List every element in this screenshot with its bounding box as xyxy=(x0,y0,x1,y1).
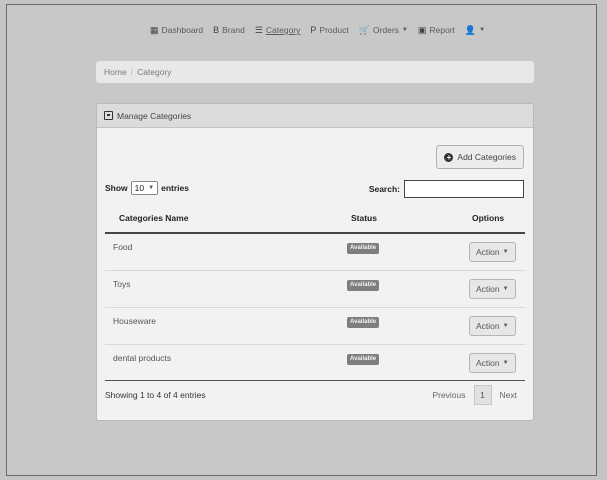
edit-icon xyxy=(104,111,113,120)
nav-item-dashboard[interactable]: ▦ Dashboard xyxy=(150,25,203,35)
nav-item-report[interactable]: ▣ Report xyxy=(418,25,455,35)
entries-label: entries xyxy=(161,183,189,193)
nav-label-orders: Orders xyxy=(372,25,399,35)
nav-item-product[interactable]: P Product xyxy=(310,25,348,35)
pagination: Previous 1 Next xyxy=(432,385,517,405)
action-dropdown-button[interactable]: Action ▼ xyxy=(469,279,516,299)
report-icon: ▣ xyxy=(417,24,427,35)
chevron-down-icon: ▼ xyxy=(502,286,509,292)
chevron-down-icon: ▼ xyxy=(502,249,509,255)
action-label: Action xyxy=(476,284,500,294)
nav-label-category: Category xyxy=(265,25,301,35)
page-size-select[interactable]: 10 ▼ xyxy=(130,181,159,195)
entries-length-control: Show 10 ▼ entries xyxy=(105,181,189,195)
table-row: Houseware Available Action ▼ xyxy=(105,308,525,345)
breadcrumb-separator: / xyxy=(130,67,134,77)
show-label: Show xyxy=(105,183,128,193)
nav-item-brand[interactable]: B Brand xyxy=(213,25,245,35)
nav-item-orders[interactable]: 🛒 Orders ▼ xyxy=(359,25,408,35)
action-dropdown-button[interactable]: Action ▼ xyxy=(469,242,516,262)
search-label: Search: xyxy=(368,184,400,194)
user-menu[interactable]: 👤 ▼ xyxy=(464,24,486,35)
user-icon: 👤 xyxy=(464,24,477,35)
action-dropdown-button[interactable]: Action ▼ xyxy=(469,353,516,373)
breadcrumb-home[interactable]: Home xyxy=(104,67,127,77)
manage-categories-panel: Manage Categories + Add Categories Show … xyxy=(96,103,534,421)
action-label: Action xyxy=(476,358,500,368)
chevron-down-icon: ▼ xyxy=(502,323,509,329)
top-navbar: ▦ Dashboard B Brand ☰ Category P Product… xyxy=(150,18,485,42)
breadcrumb: Home / Category xyxy=(96,61,534,83)
product-icon: P xyxy=(310,24,317,35)
status-badge: Available xyxy=(347,243,380,254)
next-page-button[interactable]: Next xyxy=(500,390,517,400)
category-name-cell: dental products xyxy=(113,353,172,363)
category-icon: ☰ xyxy=(254,24,263,35)
panel-title: Manage Categories xyxy=(117,110,192,121)
chevron-down-icon: ▼ xyxy=(148,185,155,191)
dashboard-icon: ▦ xyxy=(150,24,159,35)
add-categories-label: Add Categories xyxy=(457,152,516,162)
previous-page-button[interactable]: Previous xyxy=(432,390,465,400)
page-size-value: 10 xyxy=(134,183,145,193)
nav-label-dashboard: Dashboard xyxy=(161,25,204,35)
category-name-cell: Food xyxy=(113,242,133,252)
footer-divider xyxy=(105,380,525,381)
table-row: Food Available Action ▼ xyxy=(105,234,525,271)
table-search: Search: xyxy=(369,180,524,198)
nav-label-product: Product xyxy=(319,25,349,35)
add-categories-button[interactable]: + Add Categories xyxy=(436,145,524,169)
status-badge: Available xyxy=(347,317,380,328)
nav-label-report: Report xyxy=(429,25,455,35)
table-row: Toys Available Action ▼ xyxy=(105,271,525,308)
column-header-status[interactable]: Status xyxy=(351,213,377,223)
status-badge: Available xyxy=(347,280,380,291)
action-label: Action xyxy=(476,247,500,257)
column-header-name[interactable]: Categories Name xyxy=(119,213,188,223)
page-1-button[interactable]: 1 xyxy=(473,385,492,405)
breadcrumb-current: Category xyxy=(137,67,172,77)
panel-heading: Manage Categories xyxy=(97,104,533,128)
chevron-down-icon: ▼ xyxy=(479,27,486,33)
nav-label-brand: Brand xyxy=(222,25,245,35)
category-name-cell: Houseware xyxy=(113,316,156,326)
search-input[interactable] xyxy=(404,180,524,198)
nav-item-category[interactable]: ☰ Category xyxy=(255,25,301,35)
plus-circle-icon: + xyxy=(444,152,454,162)
column-header-options: Options xyxy=(472,213,505,223)
chevron-down-icon: ▼ xyxy=(401,27,408,33)
category-name-cell: Toys xyxy=(113,279,131,289)
orders-icon: 🛒 xyxy=(358,24,370,35)
table-info: Showing 1 to 4 of 4 entries xyxy=(105,390,206,400)
table-row: dental products Available Action ▼ xyxy=(105,345,525,382)
status-badge: Available xyxy=(347,354,380,365)
action-label: Action xyxy=(476,321,500,331)
brand-icon: B xyxy=(213,24,220,35)
chevron-down-icon: ▼ xyxy=(502,360,509,366)
action-dropdown-button[interactable]: Action ▼ xyxy=(469,316,516,336)
